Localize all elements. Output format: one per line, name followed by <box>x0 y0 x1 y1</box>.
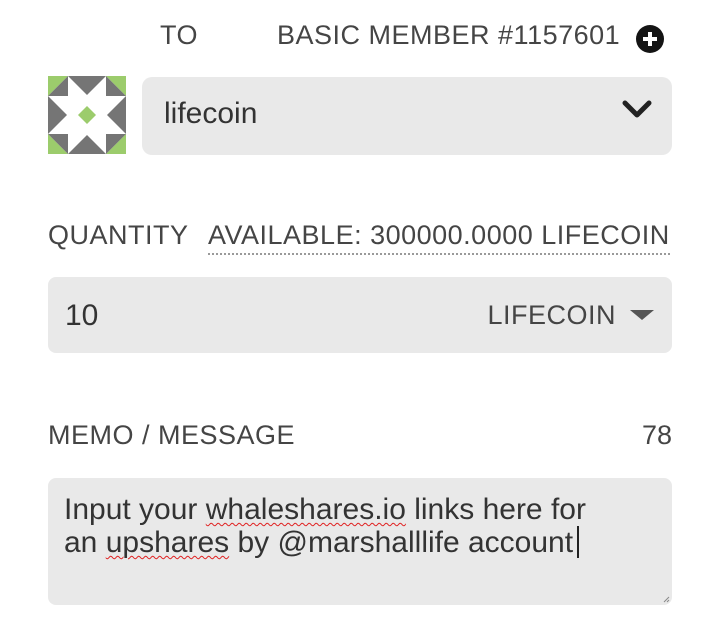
memo-text: Input your whaleshares.io links here for… <box>64 494 639 559</box>
misspelled-word: upshares <box>105 526 230 559</box>
account-select[interactable]: lifecoin <box>142 77 672 155</box>
asset-select[interactable]: LIFECOIN <box>487 297 654 333</box>
identicon <box>48 76 126 154</box>
resize-grip-icon[interactable] <box>662 595 670 603</box>
memo-textarea[interactable]: Input your whaleshares.io links here for… <box>48 478 672 605</box>
quantity-input[interactable]: 10 <box>65 299 98 333</box>
to-label: TO <box>160 20 199 50</box>
memo-label: MEMO / MESSAGE <box>48 420 296 450</box>
memo-line-1: Input your whaleshares.io links here for <box>64 493 586 526</box>
memo-line-2: an upshares by @marshalllife account <box>64 526 580 559</box>
quantity-field: 10 LIFECOIN <box>48 277 672 353</box>
quantity-label: QUANTITY <box>48 220 189 250</box>
caret-down-icon <box>630 310 654 320</box>
misspelled-word: whaleshares.io <box>205 493 406 526</box>
account-value: lifecoin <box>164 97 258 130</box>
available-balance-link[interactable]: AVAILABLE: 300000.0000 LIFECOIN <box>208 220 670 255</box>
memo-char-count: 78 <box>641 420 672 450</box>
chevron-down-icon <box>622 100 652 118</box>
plus-circle-icon[interactable] <box>636 25 664 53</box>
member-label: BASIC MEMBER #1157601 <box>277 20 621 50</box>
asset-value: LIFECOIN <box>487 299 616 330</box>
text-cursor <box>577 526 580 558</box>
